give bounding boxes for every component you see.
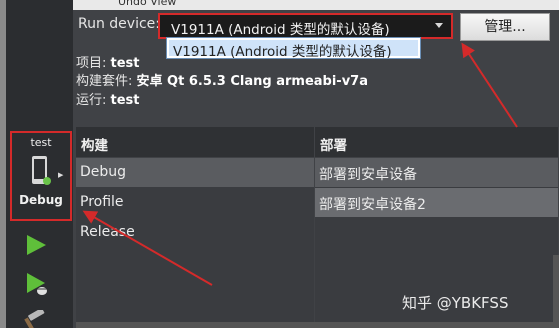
kit-project-name: test bbox=[30, 136, 52, 149]
kit-build-config: Debug bbox=[19, 193, 63, 207]
build-item-profile[interactable]: Profile bbox=[76, 188, 314, 217]
run-device-label: Run device: bbox=[78, 16, 160, 32]
run-device-combobox[interactable]: V1911A (Android 类型的默认设备) bbox=[158, 13, 453, 39]
deploy-item-android[interactable]: 部署到安卓设备 bbox=[315, 158, 558, 187]
dropdown-option[interactable]: V1911A (Android 类型的默认设备) bbox=[169, 40, 418, 60]
android-device-icon bbox=[30, 155, 58, 191]
build-item-debug[interactable]: Debug bbox=[76, 158, 314, 187]
kit-selector[interactable]: test ▶ Debug bbox=[10, 131, 72, 221]
run-device-dropdown: V1911A (Android 类型的默认设备) bbox=[166, 37, 421, 60]
scrollbar[interactable] bbox=[553, 255, 559, 328]
watermark: 知乎 @YBKFSS bbox=[402, 294, 509, 312]
bottom-scroll-strip bbox=[76, 322, 558, 328]
top-menu-strip: Undo View bbox=[0, 0, 559, 10]
sidebar-edge bbox=[0, 0, 6, 328]
build-hammer-icon[interactable] bbox=[24, 310, 48, 328]
build-column-header: 构建 bbox=[76, 127, 314, 157]
menu-hint: Undo View bbox=[118, 0, 177, 8]
build-config-list: Debug Profile Release bbox=[76, 158, 314, 328]
kit-expand-arrow-icon: ▶ bbox=[58, 171, 64, 179]
run-device-value: V1911A (Android 类型的默认设备) bbox=[171, 22, 390, 38]
deploy-item-android-2[interactable]: 部署到安卓设备2 bbox=[315, 188, 558, 217]
debug-run-icon[interactable] bbox=[25, 272, 49, 296]
info-kit: 构建套件: 安卓 Qt 6.5.3 Clang armeabi-v7a bbox=[76, 74, 368, 89]
run-icon[interactable] bbox=[25, 234, 47, 256]
info-project: 项目: test bbox=[76, 56, 140, 71]
manage-button[interactable]: 管理... bbox=[460, 13, 550, 41]
chevron-down-icon bbox=[435, 23, 443, 28]
deploy-column-header: 部署 bbox=[315, 127, 558, 157]
info-run: 运行: test bbox=[76, 93, 140, 108]
build-item-release[interactable]: Release bbox=[76, 218, 314, 247]
